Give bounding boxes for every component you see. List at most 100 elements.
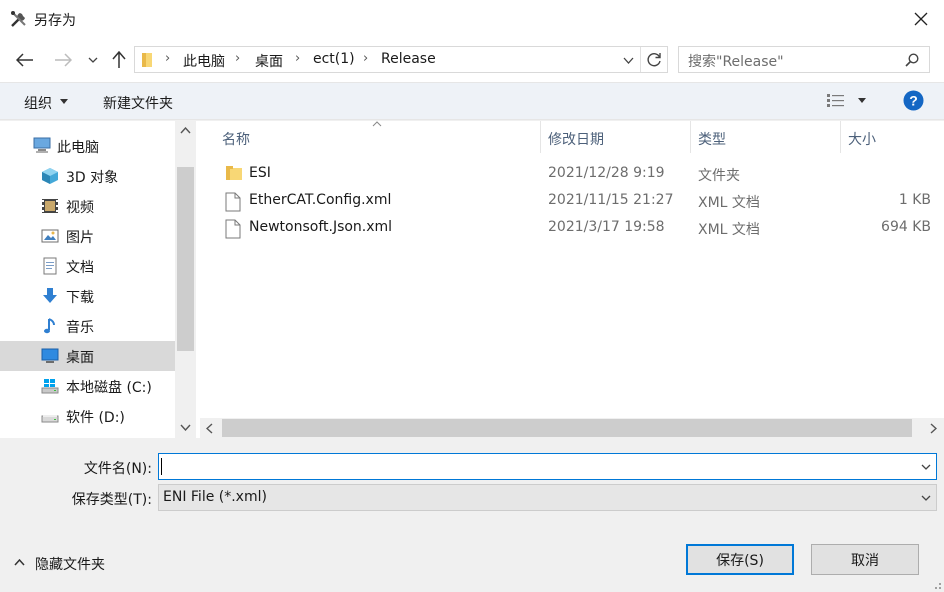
tools-icon <box>11 11 26 27</box>
hide-folders-toggle[interactable]: 隐藏文件夹 <box>12 552 122 574</box>
download-icon <box>40 286 60 306</box>
search-box[interactable]: 搜索"Release" <box>678 46 930 73</box>
drive-icon <box>40 406 60 426</box>
forward-button[interactable] <box>50 48 76 72</box>
sidebar-item[interactable]: 图片 <box>0 221 175 251</box>
column-header-modified[interactable]: 修改日期 <box>548 129 604 149</box>
sidebar-item[interactable]: 文档 <box>0 251 175 281</box>
scroll-right-icon[interactable] <box>930 423 937 434</box>
sidebar-item-label: 软件 (D:) <box>66 410 125 426</box>
folder-icon <box>225 165 243 185</box>
scroll-thumb[interactable] <box>177 167 194 351</box>
view-details-icon[interactable] <box>826 93 846 108</box>
close-icon <box>914 12 928 26</box>
file-modified: 2021/11/15 21:27 <box>548 192 674 208</box>
scroll-down-icon[interactable] <box>180 424 191 431</box>
folder-icon <box>142 53 152 67</box>
organize-menu[interactable]: 组织 <box>24 93 52 113</box>
computer-icon <box>32 136 52 156</box>
breadcrumb-ect[interactable]: ect(1) <box>313 51 355 67</box>
file-size: 694 KB <box>881 219 931 235</box>
filename-label: 文件名(N): <box>83 461 152 477</box>
column-divider[interactable] <box>840 121 841 153</box>
sidebar-item[interactable]: 本地磁盘 (C:) <box>0 371 175 401</box>
sidebar-item[interactable]: 音乐 <box>0 311 175 341</box>
sidebar-item-label: 音乐 <box>66 320 94 336</box>
address-bar[interactable]: › 此电脑 › 桌面 › ect(1) › Release <box>134 46 668 73</box>
column-divider[interactable] <box>540 121 541 153</box>
breadcrumb-separator: › <box>235 51 241 66</box>
pictures-icon <box>40 226 60 246</box>
arrow-left-icon <box>16 53 33 67</box>
file-row[interactable]: EtherCAT.Config.xml 2021/11/15 21:27 XML 文… <box>196 188 944 215</box>
cancel-button[interactable]: 取消 <box>811 544 919 575</box>
chevron-down-icon[interactable] <box>921 464 931 470</box>
sidebar-item-label: 图片 <box>66 230 94 246</box>
sidebar-item-label: 下载 <box>66 290 94 306</box>
3d-objects-icon <box>40 166 60 186</box>
sidebar-item[interactable]: 桌面 <box>0 341 175 371</box>
file-type: XML 文档 <box>698 195 760 211</box>
breadcrumb-separator: › <box>295 51 301 66</box>
close-button[interactable] <box>898 0 944 38</box>
title-bar: 另存为 <box>0 0 944 38</box>
column-header-type[interactable]: 类型 <box>698 129 726 149</box>
recent-locations-button[interactable] <box>82 48 104 72</box>
arrow-up-icon <box>112 51 126 68</box>
file-row[interactable]: Newtonsoft.Json.xml 2021/3/17 19:58 XML 文档… <box>196 215 944 242</box>
new-folder-button[interactable]: 新建文件夹 <box>103 93 173 113</box>
sidebar-item[interactable]: 视频 <box>0 191 175 221</box>
scroll-up-icon[interactable] <box>180 127 191 134</box>
scroll-left-icon[interactable] <box>206 423 213 434</box>
filename-input[interactable] <box>158 453 937 480</box>
breadcrumb-this-pc[interactable]: 此电脑 <box>183 51 225 71</box>
help-icon[interactable]: ? <box>903 90 924 111</box>
refresh-icon[interactable] <box>647 52 662 67</box>
search-placeholder: 搜索"Release" <box>688 54 784 70</box>
sidebar-item[interactable]: 软件 (D:) <box>0 401 175 431</box>
navigation-pane-scrollbar[interactable] <box>175 121 196 438</box>
caret-down-icon <box>60 99 68 104</box>
sidebar-item-label: 视频 <box>66 200 94 216</box>
column-header-size[interactable]: 大小 <box>848 129 876 149</box>
chevron-up-icon <box>14 559 25 566</box>
breadcrumb-desktop[interactable]: 桌面 <box>255 51 283 71</box>
column-header-name[interactable]: 名称 <box>222 129 250 149</box>
svg-text:?: ? <box>909 93 918 109</box>
navigation-pane: 此电脑 3D 对象视频图片文档下载音乐桌面本地磁盘 (C:) 软件 (D:) <box>0 121 196 438</box>
resize-grip-icon[interactable] <box>930 578 942 590</box>
documents-icon <box>40 256 60 276</box>
file-type: XML 文档 <box>698 222 760 238</box>
file-icon <box>225 192 241 216</box>
back-button[interactable] <box>12 48 38 72</box>
file-modified: 2021/3/17 19:58 <box>548 219 665 235</box>
hide-folders-label: 隐藏文件夹 <box>35 557 105 573</box>
file-row[interactable]: ESI 2021/12/28 9:19 文件夹 <box>196 161 944 188</box>
file-list-horizontal-scrollbar[interactable] <box>200 418 944 438</box>
view-options-caret-icon[interactable] <box>858 98 866 103</box>
sidebar-item[interactable]: 下载 <box>0 281 175 311</box>
file-name: EtherCAT.Config.xml <box>249 192 392 208</box>
sidebar-item-label: 本地磁盘 (C:) <box>66 380 152 396</box>
music-icon <box>40 316 60 336</box>
column-divider[interactable] <box>690 121 691 153</box>
chevron-down-icon <box>88 57 98 63</box>
file-type: 文件夹 <box>698 168 740 184</box>
sidebar-item[interactable]: 此电脑 <box>0 131 175 161</box>
breadcrumb-release[interactable]: Release <box>381 51 436 67</box>
sidebar-item[interactable]: 3D 对象 <box>0 161 175 191</box>
file-icon <box>225 219 241 243</box>
filetype-select[interactable]: ENI File (*.xml) <box>158 484 937 511</box>
save-button[interactable]: 保存(S) <box>686 544 794 575</box>
sidebar-item-label: 3D 对象 <box>66 170 119 186</box>
sidebar-item-label: 文档 <box>66 260 94 276</box>
search-icon[interactable] <box>905 53 919 67</box>
breadcrumb-separator: › <box>165 51 171 66</box>
file-name: Newtonsoft.Json.xml <box>249 219 393 235</box>
up-button[interactable] <box>106 48 132 72</box>
address-divider <box>640 47 641 72</box>
sidebar-item-label: 此电脑 <box>57 140 99 156</box>
address-dropdown-icon[interactable] <box>623 57 634 64</box>
horizontal-scroll-thumb[interactable] <box>222 419 912 437</box>
text-cursor <box>161 458 162 475</box>
